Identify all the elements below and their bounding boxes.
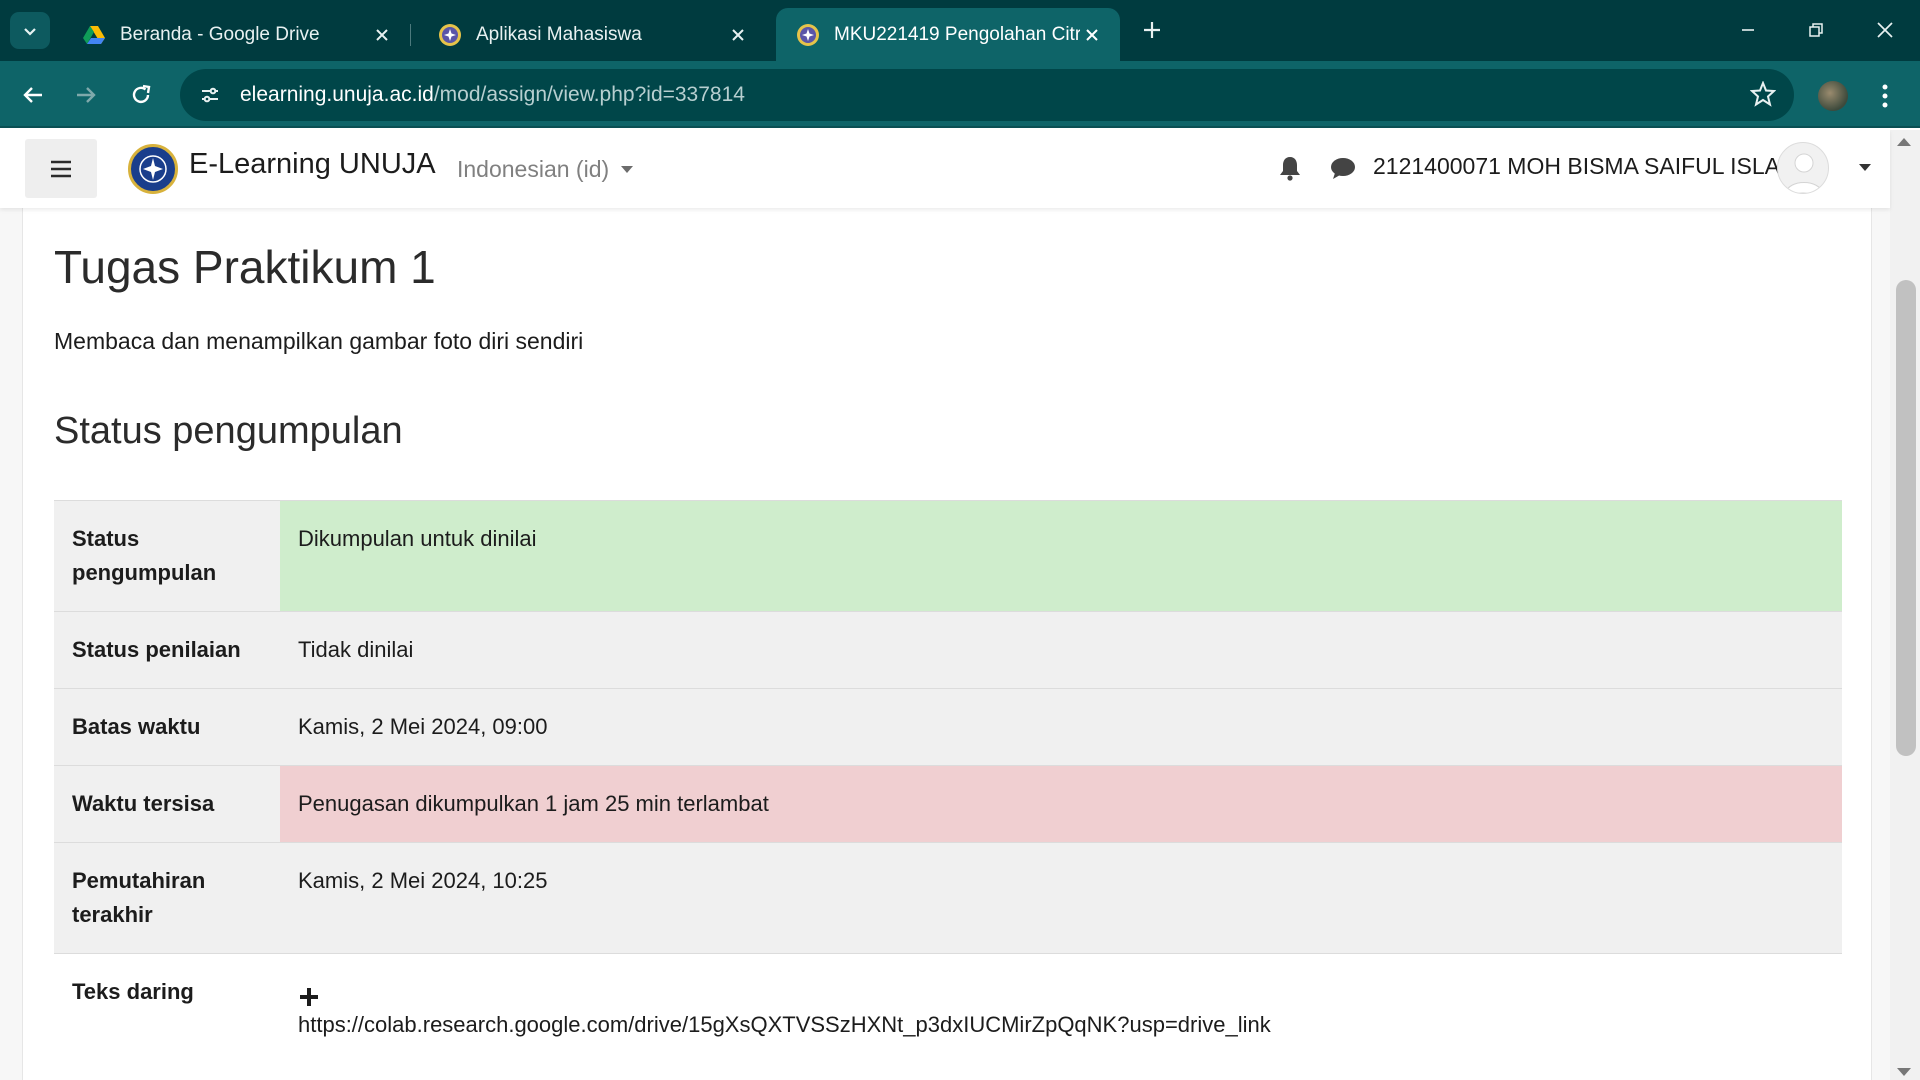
tab-search-button[interactable]: [10, 12, 50, 49]
caret-down-icon: [621, 166, 634, 173]
arrow-left-icon: [23, 87, 42, 103]
user-menu-caret-icon[interactable]: [1859, 164, 1871, 171]
language-selector[interactable]: Indonesian (id): [457, 156, 634, 183]
unuja-favicon-icon: [797, 23, 819, 46]
site-header: E-Learning UNUJA Indonesian (id) 2121400…: [0, 130, 1890, 208]
table-row: Pemutahiran terakhir Kamis, 2 Mei 2024, …: [54, 842, 1842, 954]
back-button[interactable]: [13, 75, 53, 115]
reload-button[interactable]: [121, 75, 161, 115]
plus-icon: [1144, 22, 1160, 38]
row-label: Teks daring: [54, 953, 280, 1080]
url-host: elearning.unuja.ac.id: [240, 83, 434, 106]
online-text-link[interactable]: https://colab.research.google.com/drive/…: [298, 1008, 1824, 1042]
notification-bell-icon[interactable]: [1278, 155, 1302, 186]
scroll-down-arrow-icon[interactable]: [1897, 1068, 1911, 1076]
more-vertical-icon: [1882, 84, 1888, 108]
tab-aplikasi-mahasiswa[interactable]: Aplikasi Mahasiswa: [418, 8, 766, 61]
user-silhouette-icon: [1785, 153, 1823, 193]
assignment-title: Tugas Praktikum 1: [54, 241, 436, 293]
table-row: Status pengumpulan Dikumpulan untuk dini…: [54, 500, 1842, 612]
reload-icon: [132, 84, 151, 104]
grading-status-value: Tidak dinilai: [280, 611, 1842, 689]
hamburger-icon: [51, 160, 71, 177]
tab-title: Aplikasi Mahasiswa: [476, 23, 642, 45]
restore-icon: [1809, 23, 1823, 37]
minimize-button[interactable]: [1726, 12, 1770, 48]
close-icon[interactable]: [370, 23, 394, 47]
url-path: /mod/assign/view.php?id=337814: [433, 83, 745, 106]
url-text: elearning.unuja.ac.id/mod/assign/view.ph…: [240, 83, 745, 107]
address-bar[interactable]: elearning.unuja.ac.id/mod/assign/view.ph…: [180, 69, 1794, 121]
tab-google-drive[interactable]: Beranda - Google Drive: [62, 8, 410, 61]
close-icon: [1877, 22, 1893, 38]
close-icon[interactable]: [726, 23, 750, 47]
user-full-name[interactable]: 2121400071 MOH BISMA SAIFUL ISLAM: [1373, 153, 1799, 180]
row-label: Batas waktu: [54, 688, 280, 766]
row-label: Status pengumpulan: [54, 500, 280, 612]
table-row: Teks daring https://colab.research.googl…: [54, 953, 1842, 1080]
restore-button[interactable]: [1794, 12, 1838, 48]
scroll-up-arrow-icon[interactable]: [1897, 138, 1911, 146]
last-modified-value: Kamis, 2 Mei 2024, 10:25: [280, 842, 1842, 954]
chevron-down-icon: [24, 27, 36, 36]
submission-status-value: Dikumpulan untuk dinilai: [280, 500, 1842, 612]
browser-tab-bar: Beranda - Google Drive Aplikasi Mahasisw…: [0, 0, 1920, 61]
submission-status-table: Status pengumpulan Dikumpulan untuk dini…: [54, 500, 1842, 1080]
table-row: Waktu tersisa Penugasan dikumpulkan 1 ja…: [54, 765, 1842, 843]
arrow-right-icon: [77, 87, 96, 103]
row-label: Waktu tersisa: [54, 765, 280, 843]
tab-title: Beranda - Google Drive: [120, 23, 320, 45]
unuja-favicon-icon: [439, 23, 461, 46]
due-date-value: Kamis, 2 Mei 2024, 09:00: [280, 688, 1842, 766]
time-remaining-value: Penugasan dikumpulkan 1 jam 25 min terla…: [280, 765, 1842, 843]
menu-toggle-button[interactable]: [25, 139, 97, 198]
minimize-icon: [1742, 29, 1754, 31]
browser-profile-avatar[interactable]: [1818, 81, 1848, 111]
user-avatar[interactable]: [1777, 142, 1829, 194]
row-label: Pemutahiran terakhir: [54, 842, 280, 954]
site-info-icon[interactable]: [194, 79, 226, 111]
table-row: Status penilaian Tidak dinilai: [54, 611, 1842, 689]
language-label: Indonesian (id): [457, 156, 610, 182]
site-brand-name[interactable]: E-Learning UNUJA: [189, 148, 436, 181]
submission-status-heading: Status pengumpulan: [54, 410, 403, 452]
google-drive-icon: [83, 25, 105, 44]
tab-separator: [410, 24, 411, 46]
tab-mku221419-active[interactable]: MKU221419 Pengolahan Citra D: [776, 8, 1120, 61]
browser-toolbar: elearning.unuja.ac.id/mod/assign/view.ph…: [0, 61, 1920, 128]
browser-menu-button[interactable]: [1870, 79, 1900, 113]
close-window-button[interactable]: [1863, 12, 1907, 48]
logo-star-icon: [139, 155, 167, 183]
row-label: Status penilaian: [54, 611, 280, 689]
unuja-logo[interactable]: [128, 144, 178, 194]
messages-icon[interactable]: [1330, 156, 1356, 185]
scrollbar-thumb[interactable]: [1896, 280, 1916, 756]
table-row: Batas waktu Kamis, 2 Mei 2024, 09:00: [54, 688, 1842, 766]
expand-plus-icon[interactable]: [298, 984, 320, 1006]
forward-button[interactable]: [66, 75, 106, 115]
tab-title: MKU221419 Pengolahan Citra D: [834, 23, 1080, 45]
bookmark-star-icon[interactable]: [1749, 80, 1777, 112]
close-icon[interactable]: [1080, 23, 1104, 47]
new-tab-button[interactable]: [1136, 14, 1168, 46]
online-text-cell: https://colab.research.google.com/drive/…: [280, 953, 1842, 1080]
assignment-description: Membaca dan menampilkan gambar foto diri…: [54, 328, 584, 354]
